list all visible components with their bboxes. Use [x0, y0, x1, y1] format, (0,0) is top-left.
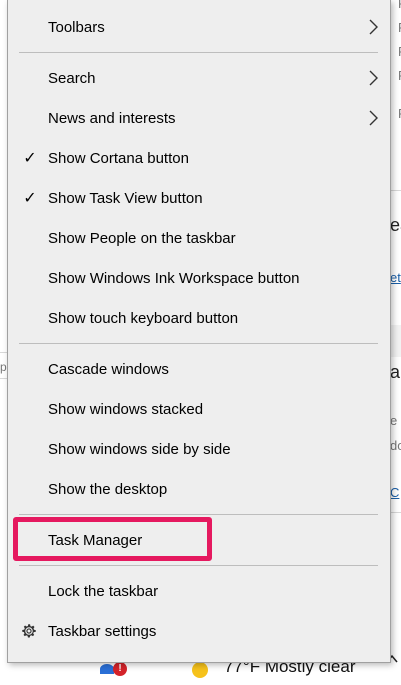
menu-item-label: Show touch keyboard button — [48, 309, 239, 327]
menu-item-show-cortana-button[interactable]: ✓ Show Cortana button — [8, 138, 390, 178]
checkmark-icon: ✓ — [23, 150, 37, 167]
menu-separator — [19, 565, 378, 566]
menu-item-label: Lock the taskbar — [48, 582, 159, 600]
menu-item-show-windows-ink[interactable]: Show Windows Ink Workspace button — [8, 258, 390, 298]
menu-separator — [19, 343, 378, 344]
background-link-fragment[interactable]: et — [390, 270, 401, 285]
menu-item-show-the-desktop[interactable]: Show the desktop — [8, 469, 390, 509]
menu-item-show-task-view-button[interactable]: ✓ Show Task View button — [8, 178, 390, 218]
menu-separator — [19, 52, 378, 53]
chevron-right-icon — [369, 110, 378, 126]
menu-item-lock-the-taskbar[interactable]: Lock the taskbar — [8, 571, 390, 611]
background-window-right: F F F F F ea et ab e do C — [390, 0, 401, 660]
background-text-fragment: do — [390, 438, 401, 453]
menu-item-news-and-interests[interactable]: News and interests — [8, 98, 390, 138]
menu-item-show-windows-stacked[interactable]: Show windows stacked — [8, 389, 390, 429]
menu-item-label: Show the desktop — [48, 480, 168, 498]
menu-item-label: Show Task View button — [48, 189, 203, 207]
menu-item-search[interactable]: Search — [8, 58, 390, 98]
menu-item-show-windows-side-by-side[interactable]: Show windows side by side — [8, 429, 390, 469]
background-divider — [390, 512, 401, 513]
highlight-annotation — [13, 517, 212, 561]
menu-item-label: Toolbars — [48, 18, 105, 36]
menu-item-label: Show People on the taskbar — [48, 229, 236, 247]
background-text-fragment: ab — [390, 362, 401, 382]
background-text-fragment: ea — [390, 215, 401, 235]
menu-item-label: Taskbar settings — [48, 622, 157, 640]
menu-separator — [19, 514, 378, 515]
menu-item-taskbar-settings[interactable]: Taskbar settings — [8, 611, 390, 651]
menu-item-cascade-windows[interactable]: Cascade windows — [8, 349, 390, 389]
chevron-right-icon — [369, 70, 378, 86]
background-link-fragment[interactable]: C — [390, 485, 399, 500]
alert-badge-icon: ! — [113, 662, 127, 676]
menu-item-label: Show Cortana button — [48, 149, 189, 167]
menu-item-show-touch-keyboard[interactable]: Show touch keyboard button — [8, 298, 390, 338]
menu-item-show-people[interactable]: Show People on the taskbar — [8, 218, 390, 258]
gear-icon — [22, 624, 36, 638]
menu-item-label: News and interests — [48, 109, 176, 127]
background-text-fragment: e — [390, 413, 398, 428]
background-text-fragment: p — [0, 360, 7, 374]
menu-item-label: Show windows stacked — [48, 400, 204, 418]
menu-item-label: Cascade windows — [48, 360, 169, 378]
menu-item-toolbars[interactable]: Toolbars — [8, 7, 390, 47]
chevron-right-icon — [369, 19, 378, 35]
menu-item-label: Search — [48, 69, 96, 87]
background-divider — [390, 190, 401, 191]
checkmark-icon: ✓ — [23, 190, 37, 207]
weather-sun-icon[interactable] — [192, 662, 208, 678]
menu-item-label: Show windows side by side — [48, 440, 231, 458]
app-icon[interactable] — [100, 664, 114, 674]
taskbar-context-menu: Toolbars Search News and interests ✓ Sho… — [7, 0, 391, 663]
background-panel — [390, 325, 401, 357]
menu-item-label: Show Windows Ink Workspace button — [48, 269, 300, 287]
